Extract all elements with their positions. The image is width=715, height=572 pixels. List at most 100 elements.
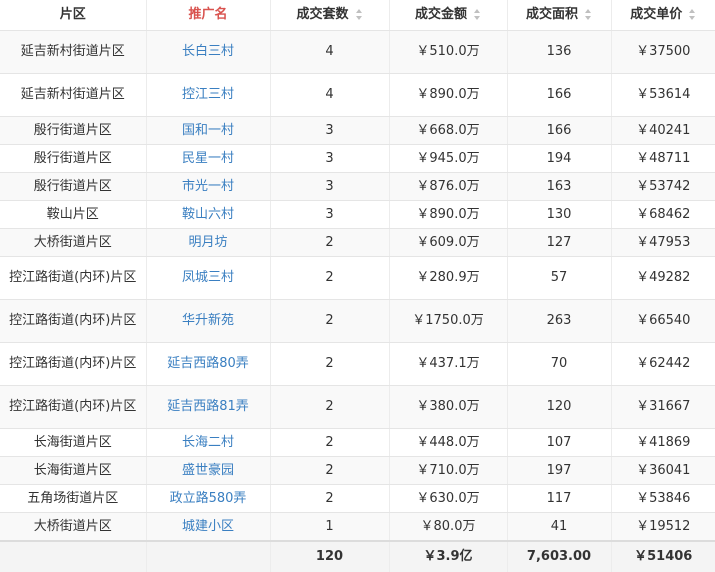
table-row: 大桥街道片区 城建小区 1 ￥80.0万 41 ￥19512 [0,512,715,542]
community-link[interactable]: 市光一村 [182,179,234,194]
transactions-table: 片区 推广名 成交套数 成交金额 成交面积 成交单价 延吉新村街道片区 长白三村 4… [0,0,715,572]
cell-amount: ￥380.0万 [389,385,508,429]
cell-name[interactable]: 民星一村 [146,144,271,173]
header-name[interactable]: 推广名 [146,0,271,31]
cell-price: ￥49282 [611,256,715,300]
community-link[interactable]: 城建小区 [182,519,234,534]
cell-price: ￥47953 [611,228,715,257]
community-link[interactable]: 延吉西路80弄 [167,356,249,371]
cell-price: ￥62442 [611,342,715,386]
cell-count: 3 [270,116,390,145]
header-row: 片区 推广名 成交套数 成交金额 成交面积 成交单价 [0,0,715,31]
cell-size: 70 [507,342,612,386]
cell-size: 136 [507,30,612,74]
cell-size: 127 [507,228,612,257]
community-link[interactable]: 控江三村 [182,87,234,102]
cell-count: 2 [270,484,390,513]
cell-name[interactable]: 明月坊 [146,228,271,257]
table-row: 延吉新村街道片区 长白三村 4 ￥510.0万 136 ￥37500 [0,30,715,74]
cell-amount: ￥510.0万 [389,30,508,74]
community-link[interactable]: 民星一村 [182,151,234,166]
cell-price: ￥36041 [611,456,715,485]
sort-icon[interactable] [474,9,481,20]
community-link[interactable]: 鞍山六村 [182,207,234,222]
cell-price: ￥40241 [611,116,715,145]
cell-amount: ￥630.0万 [389,484,508,513]
cell-count: 2 [270,456,390,485]
community-link[interactable]: 明月坊 [188,235,227,250]
community-link[interactable]: 长海二村 [182,435,234,450]
sort-icon[interactable] [689,9,696,20]
total-count: 120 [270,540,390,572]
total-price: ￥51406 [611,540,715,572]
cell-area: 长海街道片区 [0,428,147,457]
cell-price: ￥37500 [611,30,715,74]
table-row: 控江路街道(内环)片区 凤城三村 2 ￥280.9万 57 ￥49282 [0,256,715,300]
cell-name[interactable]: 盛世豪园 [146,456,271,485]
cell-area: 殷行街道片区 [0,144,147,173]
cell-area: 殷行街道片区 [0,172,147,201]
cell-price: ￥53742 [611,172,715,201]
cell-size: 194 [507,144,612,173]
cell-amount: ￥710.0万 [389,456,508,485]
cell-size: 57 [507,256,612,300]
table-row: 殷行街道片区 市光一村 3 ￥876.0万 163 ￥53742 [0,172,715,201]
cell-area: 控江路街道(内环)片区 [0,385,147,429]
header-count[interactable]: 成交套数 [270,0,390,31]
community-link[interactable]: 长白三村 [182,44,234,59]
cell-name[interactable]: 政立路580弄 [146,484,271,513]
cell-count: 2 [270,228,390,257]
header-price[interactable]: 成交单价 [611,0,715,31]
table-row: 鞍山片区 鞍山六村 3 ￥890.0万 130 ￥68462 [0,200,715,229]
table-row: 控江路街道(内环)片区 延吉西路81弄 2 ￥380.0万 120 ￥31667 [0,385,715,429]
cell-name[interactable]: 延吉西路80弄 [146,342,271,386]
cell-amount: ￥890.0万 [389,73,508,117]
community-link[interactable]: 国和一村 [182,123,234,138]
cell-price: ￥31667 [611,385,715,429]
cell-count: 2 [270,428,390,457]
cell-count: 1 [270,512,390,542]
cell-price: ￥53614 [611,73,715,117]
community-link[interactable]: 政立路580弄 [170,491,247,506]
cell-price: ￥66540 [611,299,715,343]
cell-amount: ￥80.0万 [389,512,508,542]
cell-count: 4 [270,73,390,117]
cell-name[interactable]: 控江三村 [146,73,271,117]
cell-name[interactable]: 长白三村 [146,30,271,74]
community-link[interactable]: 凤城三村 [182,270,234,285]
community-link[interactable]: 延吉西路81弄 [167,399,249,414]
header-amount[interactable]: 成交金额 [389,0,508,31]
cell-name[interactable]: 市光一村 [146,172,271,201]
cell-count: 2 [270,299,390,343]
cell-size: 41 [507,512,612,542]
table-row: 长海街道片区 盛世豪园 2 ￥710.0万 197 ￥36041 [0,456,715,485]
cell-name[interactable]: 华升新苑 [146,299,271,343]
cell-count: 2 [270,256,390,300]
table-row: 长海街道片区 长海二村 2 ￥448.0万 107 ￥41869 [0,428,715,457]
cell-name[interactable]: 鞍山六村 [146,200,271,229]
cell-area: 长海街道片区 [0,456,147,485]
total-size: 7,603.00 [507,540,612,572]
cell-name[interactable]: 凤城三村 [146,256,271,300]
sort-icon[interactable] [585,9,592,20]
cell-amount: ￥1750.0万 [389,299,508,343]
cell-name[interactable]: 城建小区 [146,512,271,542]
total-label [0,540,147,572]
table-row: 五角场街道片区 政立路580弄 2 ￥630.0万 117 ￥53846 [0,484,715,513]
community-link[interactable]: 华升新苑 [182,313,234,328]
cell-area: 鞍山片区 [0,200,147,229]
cell-amount: ￥890.0万 [389,200,508,229]
cell-size: 107 [507,428,612,457]
cell-amount: ￥876.0万 [389,172,508,201]
cell-name[interactable]: 国和一村 [146,116,271,145]
cell-name[interactable]: 延吉西路81弄 [146,385,271,429]
community-link[interactable]: 盛世豪园 [182,463,234,478]
cell-price: ￥19512 [611,512,715,542]
sort-icon[interactable] [355,9,363,20]
cell-amount: ￥437.1万 [389,342,508,386]
cell-price: ￥68462 [611,200,715,229]
cell-count: 2 [270,342,390,386]
cell-price: ￥48711 [611,144,715,173]
header-size[interactable]: 成交面积 [507,0,612,31]
cell-name[interactable]: 长海二村 [146,428,271,457]
